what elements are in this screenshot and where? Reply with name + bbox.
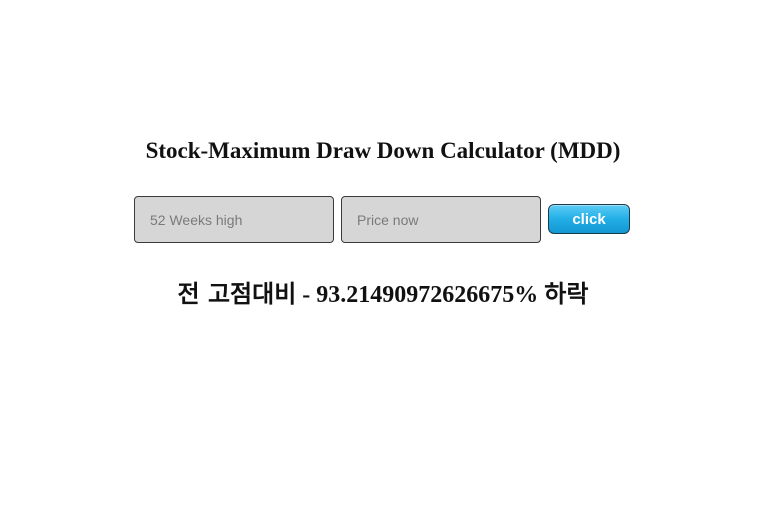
result-value: - 93.21490972626675%: [296, 282, 545, 308]
result-text: 전 고점대비 - 93.21490972626675% 하락: [0, 278, 766, 311]
result-suffix: 하락: [544, 280, 589, 308]
price-now-input[interactable]: [341, 196, 541, 243]
page: Stock-Maximum Draw Down Calculator (MDD)…: [0, 0, 784, 514]
result-prefix: 전 고점대비: [177, 280, 297, 308]
52-weeks-high-input[interactable]: [134, 196, 334, 243]
click-button[interactable]: click: [548, 204, 630, 234]
page-title: Stock-Maximum Draw Down Calculator (MDD): [145, 138, 621, 163]
